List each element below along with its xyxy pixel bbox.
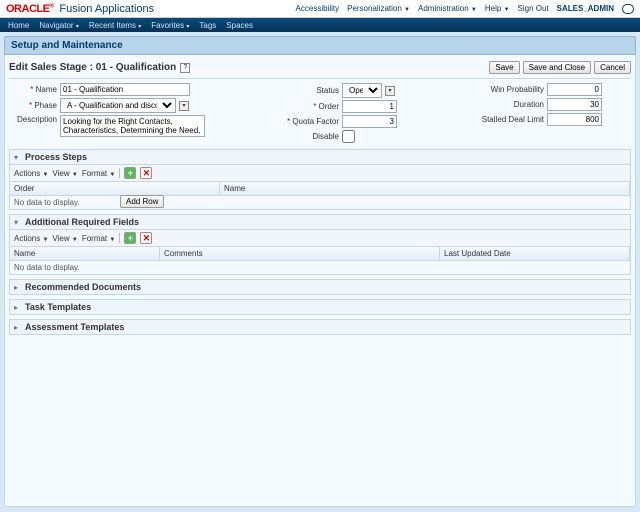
twist-right-icon: ▸ (14, 283, 22, 292)
navigator-menu[interactable]: Navigator ▾ (39, 21, 79, 30)
save-button[interactable]: Save (489, 61, 519, 74)
main-panel: Edit Sales Stage : 01 - Qualification ? … (4, 55, 636, 507)
page-title: Setup and Maintenance (4, 36, 636, 55)
disable-checkbox[interactable] (342, 130, 355, 143)
status-select[interactable]: Open (342, 83, 382, 98)
format-menu[interactable]: Format ▼ (82, 169, 116, 178)
add-row-button[interactable]: Add Row (120, 195, 164, 208)
recommended-documents-header[interactable]: ▸Recommended Documents (9, 279, 631, 295)
form-region: * Name * PhaseA - Qualification and disc… (9, 83, 631, 143)
twist-down-icon: ▾ (14, 153, 22, 162)
assessment-templates-header[interactable]: ▸Assessment Templates (9, 319, 631, 335)
home-menu[interactable]: Home (8, 21, 29, 30)
format-menu[interactable]: Format ▼ (82, 234, 116, 243)
brand-logo: ORACLE® (6, 3, 53, 15)
column-last-updated[interactable]: Last Updated Date (440, 247, 630, 260)
panel-header: Edit Sales Stage : 01 - Qualification ? … (9, 59, 631, 79)
chat-icon[interactable] (622, 4, 634, 14)
arf-toolbar: Actions ▼ View ▼ Format ▼ + ✕ (9, 230, 631, 247)
twist-right-icon: ▸ (14, 303, 22, 312)
help-icon[interactable]: ? (180, 63, 190, 73)
column-name[interactable]: Name (220, 182, 630, 195)
status-dropdown-icon[interactable]: ▾ (385, 86, 395, 96)
phase-dropdown-icon[interactable]: ▾ (179, 101, 189, 111)
actions-menu[interactable]: Actions ▼ (14, 169, 48, 178)
delete-icon[interactable]: ✕ (140, 232, 152, 244)
spaces-menu[interactable]: Spaces (226, 21, 253, 30)
view-menu[interactable]: View ▼ (52, 234, 77, 243)
description-textarea[interactable]: Looking for the Right Contacts, Characte… (60, 115, 205, 137)
stalled-deal-limit-input[interactable] (547, 113, 602, 126)
help-link[interactable]: Help ▼ (485, 4, 510, 14)
actions-menu[interactable]: Actions ▼ (14, 234, 48, 243)
twist-down-icon: ▾ (14, 218, 22, 227)
column-name[interactable]: Name (10, 247, 160, 260)
process-steps-toolbar: Actions ▼ View ▼ Format ▼ + ✕ (9, 165, 631, 182)
accessibility-link[interactable]: Accessibility (296, 4, 340, 14)
add-icon[interactable]: + (124, 167, 136, 179)
view-menu[interactable]: View ▼ (52, 169, 77, 178)
name-input[interactable] (60, 83, 190, 96)
page-body: Setup and Maintenance Edit Sales Stage :… (0, 32, 640, 512)
cancel-button[interactable]: Cancel (594, 61, 631, 74)
user-name: SALES_ADMIN (557, 4, 614, 14)
administration-link[interactable]: Administration ▼ (418, 4, 477, 14)
win-probability-input[interactable] (547, 83, 602, 96)
personalization-link[interactable]: Personalization ▼ (347, 4, 410, 14)
menu-bar: Home Navigator ▾ Recent Items ▾ Favorite… (0, 18, 640, 32)
additional-required-fields-header[interactable]: ▾Additional Required Fields (9, 214, 631, 230)
signout-link[interactable]: Sign Out (518, 4, 549, 14)
arf-table: NameCommentsLast Updated Date No data to… (9, 247, 631, 275)
recent-items-menu[interactable]: Recent Items ▾ (89, 21, 141, 30)
favorites-menu[interactable]: Favorites ▾ (151, 21, 189, 30)
delete-icon[interactable]: ✕ (140, 167, 152, 179)
twist-right-icon: ▸ (14, 323, 22, 332)
column-order[interactable]: Order (10, 182, 220, 195)
app-name: Fusion Applications (59, 3, 154, 15)
process-steps-table: OrderName No data to display.Add Row (9, 182, 631, 210)
phase-select[interactable]: A - Qualification and discovery (60, 98, 176, 113)
global-header: ORACLE® Fusion Applications Accessibilit… (0, 0, 640, 18)
save-and-close-button[interactable]: Save and Close (523, 61, 591, 74)
duration-input[interactable] (547, 98, 602, 111)
task-templates-header[interactable]: ▸Task Templates (9, 299, 631, 315)
tags-menu[interactable]: Tags (199, 21, 216, 30)
quota-factor-input[interactable] (342, 115, 397, 128)
column-comments[interactable]: Comments (160, 247, 440, 260)
table-empty-row: No data to display.Add Row (10, 196, 630, 209)
add-icon[interactable]: + (124, 232, 136, 244)
table-empty-row: No data to display. (10, 261, 630, 274)
process-steps-header[interactable]: ▾Process Steps (9, 149, 631, 165)
global-links: Accessibility Personalization ▼ Administ… (296, 4, 634, 14)
panel-title: Edit Sales Stage : 01 - Qualification (9, 62, 176, 73)
order-input[interactable] (342, 100, 397, 113)
